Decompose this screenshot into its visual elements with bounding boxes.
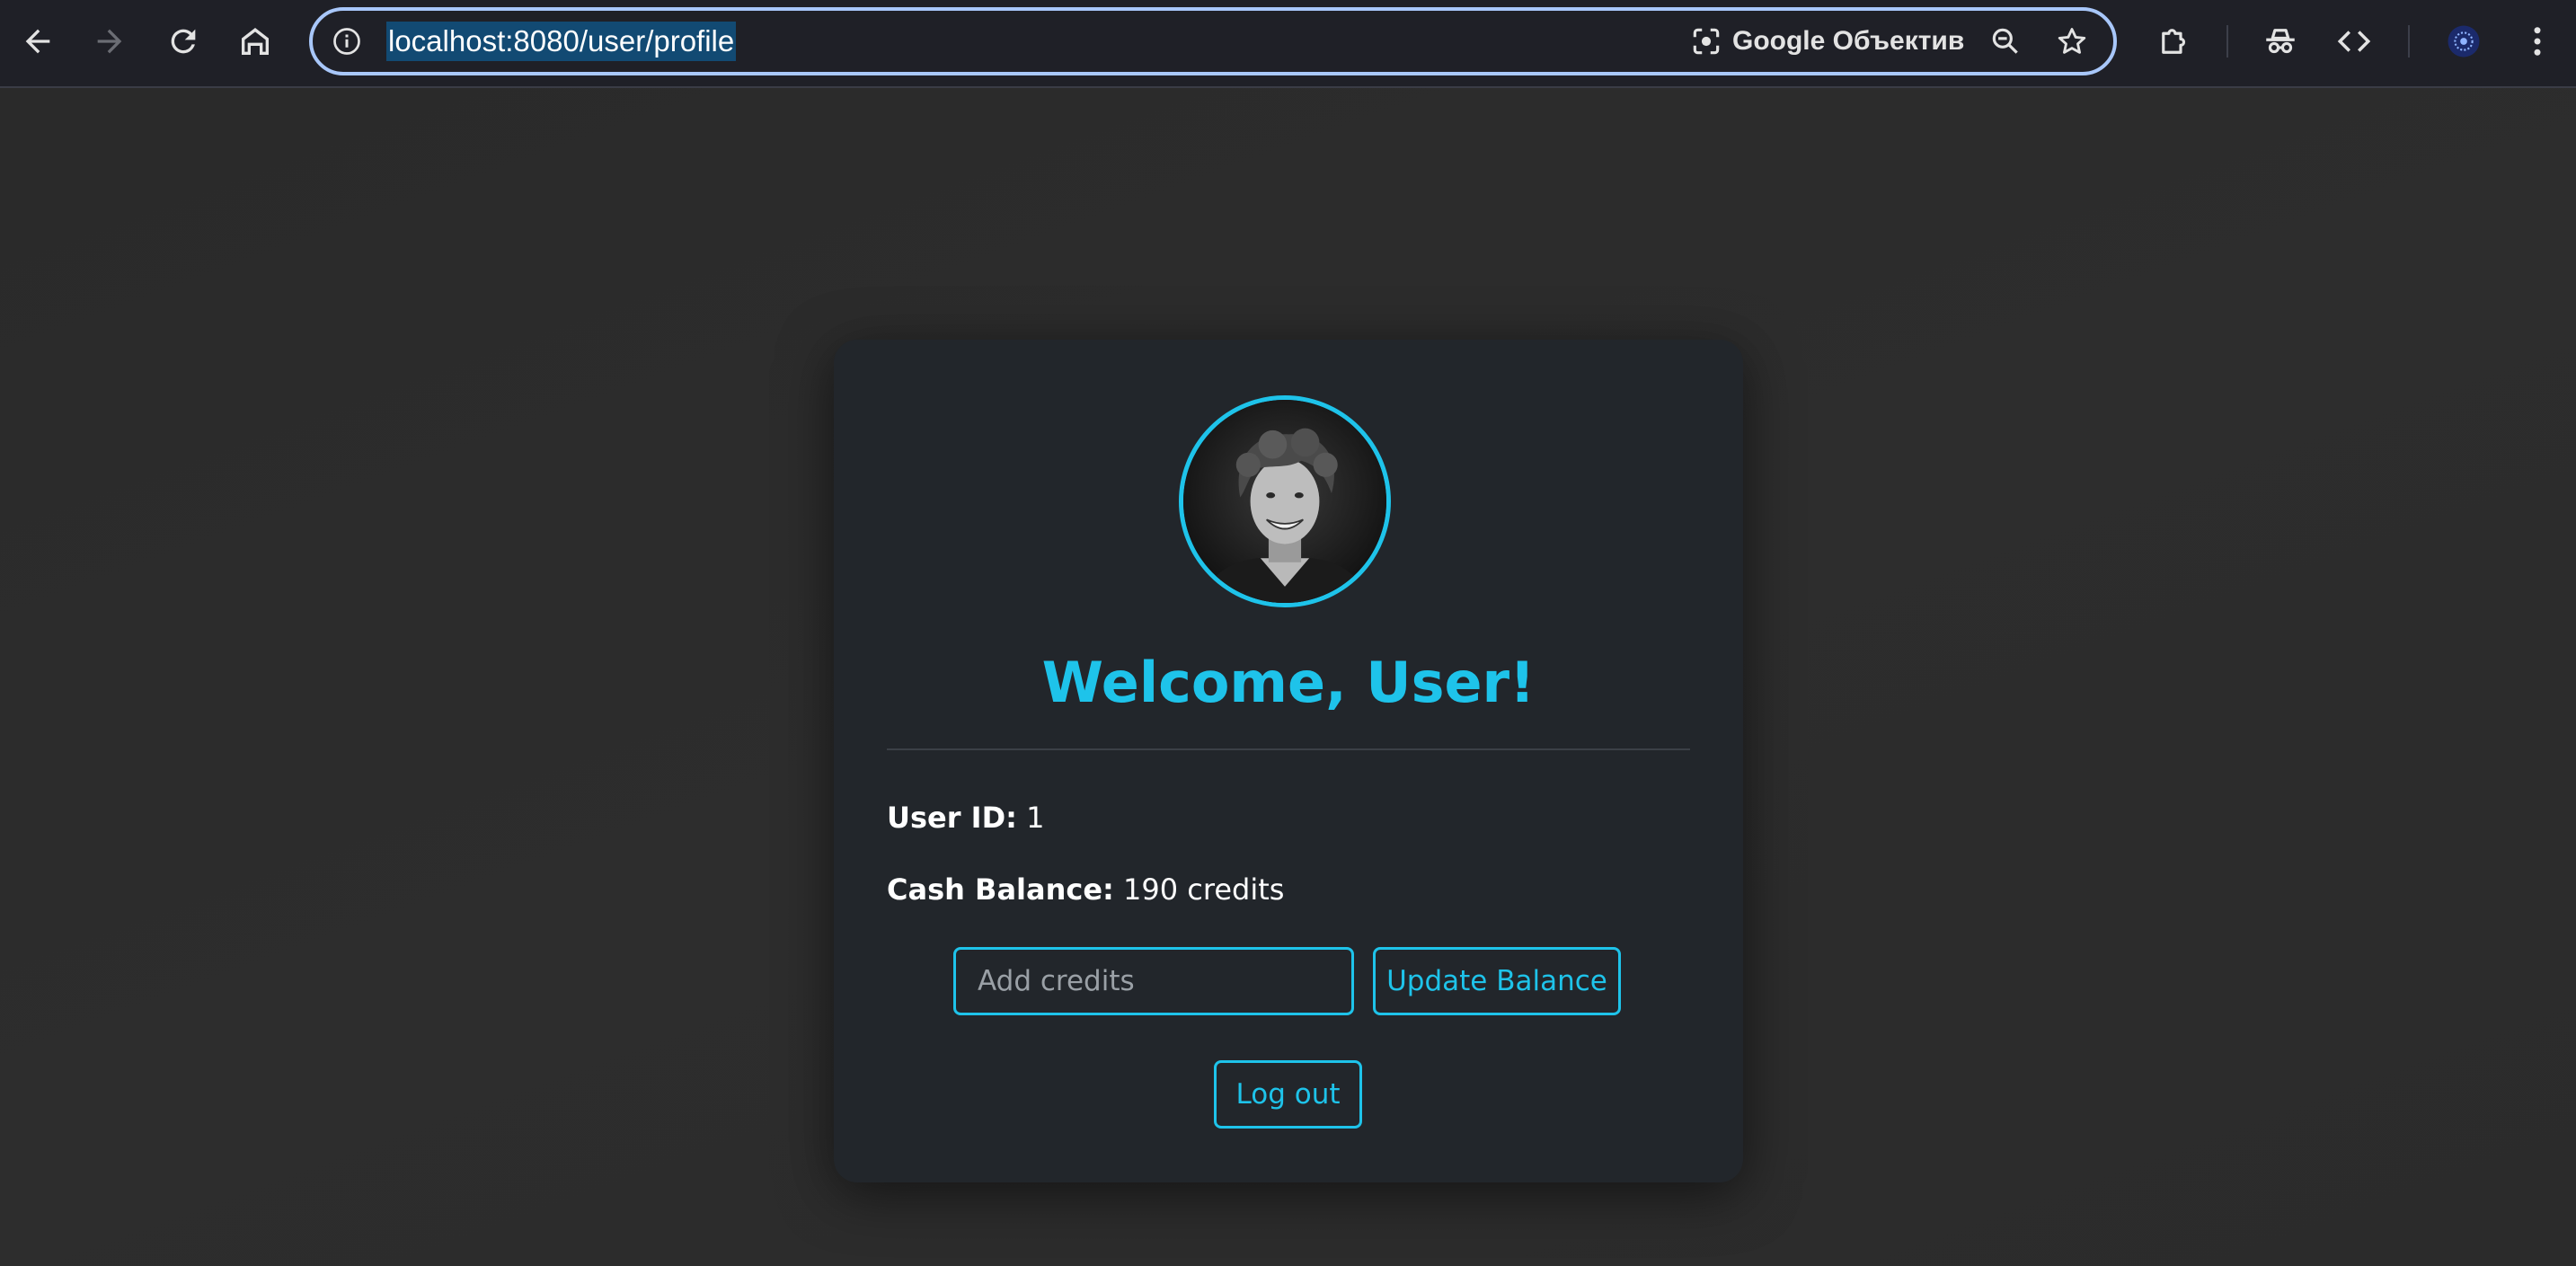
browser-toolbar: localhost:8080/user/profile Google Объек… [0, 0, 2576, 88]
cash-balance-row: Cash Balance: 190 credits [887, 870, 1284, 909]
user-id-value: 1 [1026, 801, 1045, 835]
zoom-button[interactable] [1986, 22, 2025, 61]
user-id-row: User ID: 1 [887, 798, 1044, 837]
google-lens-icon [1693, 28, 1720, 55]
reload-icon [171, 29, 196, 54]
code-icon [2337, 31, 2371, 52]
kebab-menu-icon [2534, 27, 2541, 56]
forward-button[interactable] [83, 14, 137, 68]
site-info-button[interactable] [329, 23, 365, 59]
extensions-button[interactable] [2147, 14, 2201, 68]
cash-balance-label: Cash Balance: [887, 872, 1114, 907]
bookmark-button[interactable] [2052, 22, 2092, 61]
divider [887, 748, 1690, 750]
cash-balance-value: 190 credits [1123, 872, 1285, 907]
info-icon [333, 28, 360, 55]
incognito-icon [2266, 29, 2295, 54]
toolbar-divider [2408, 25, 2410, 58]
update-balance-button[interactable]: Update Balance [1373, 947, 1621, 1015]
incognito-button[interactable] [2253, 14, 2307, 68]
zoom-out-icon [1992, 28, 2018, 54]
arrow-left-icon [25, 29, 50, 54]
back-button[interactable] [11, 14, 65, 68]
user-photo [1183, 400, 1386, 603]
puzzle-icon [2162, 29, 2186, 54]
welcome-heading: Welcome, User! [1041, 650, 1536, 715]
devtools-button[interactable] [2327, 14, 2381, 68]
user-id-label: User ID: [887, 801, 1017, 835]
reload-button[interactable] [156, 14, 210, 68]
home-icon [242, 28, 269, 55]
logout-button[interactable]: Log out [1214, 1060, 1362, 1129]
profile-button[interactable] [2437, 14, 2491, 68]
google-lens-button[interactable]: Google Объектив [1684, 20, 1973, 63]
url-text[interactable]: localhost:8080/user/profile [386, 22, 737, 61]
toolbar-divider [2226, 25, 2228, 58]
profile-card: Welcome, User! User ID: 1 Cash Balance: … [834, 340, 1743, 1182]
address-bar[interactable]: localhost:8080/user/profile Google Объек… [309, 7, 2117, 75]
avatar [1179, 395, 1391, 607]
star-icon [2058, 28, 2086, 54]
browser-menu-button[interactable] [2510, 14, 2564, 68]
profile-avatar-icon [2448, 25, 2480, 58]
add-credits-input[interactable] [953, 947, 1354, 1015]
home-button[interactable] [228, 14, 282, 68]
arrow-right-icon [97, 29, 122, 54]
google-lens-label: Google Объектив [1732, 26, 1965, 56]
